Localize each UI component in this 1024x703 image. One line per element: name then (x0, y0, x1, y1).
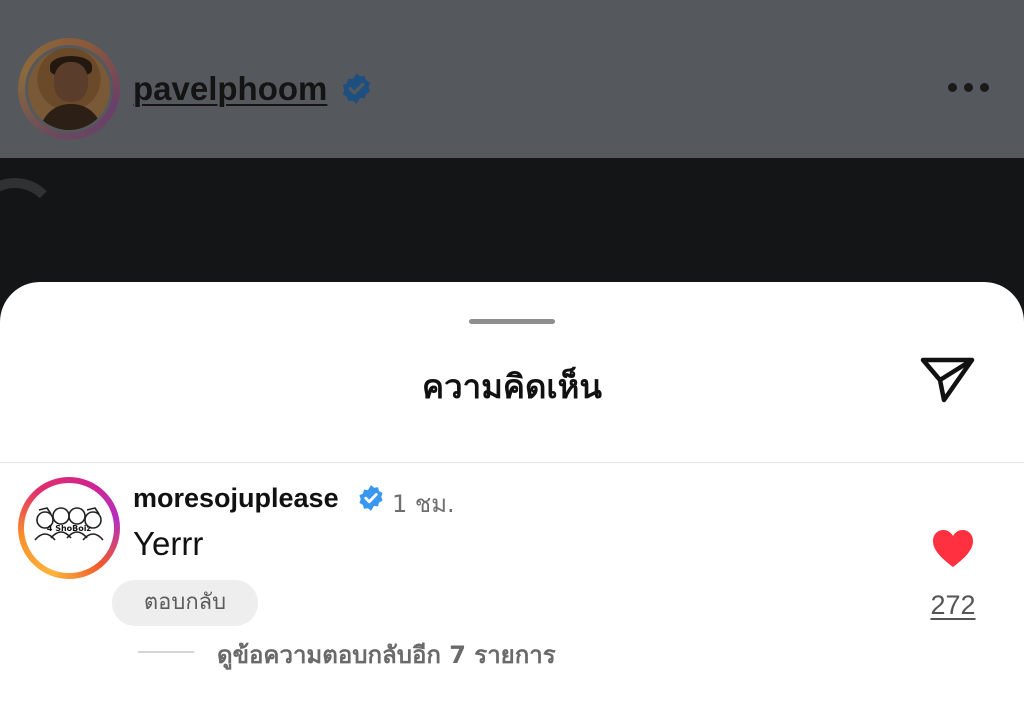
comment-username[interactable]: moresojuplease (133, 483, 339, 514)
avatar-logo: 4 ShoBoiz (24, 483, 114, 573)
post-author-avatar[interactable] (18, 38, 120, 140)
avatar-photo (25, 45, 113, 133)
heart-icon[interactable] (931, 528, 975, 568)
group-logo-icon: 4 ShoBoiz (34, 507, 104, 541)
reply-button[interactable]: ตอบกลับ (112, 580, 258, 626)
image-detail (0, 178, 60, 268)
like-count[interactable]: 272 (920, 590, 986, 621)
comments-sheet: ความคิดเห็น 4 ShoBoiz moresojuplease 1 ช… (0, 282, 1024, 703)
sheet-drag-handle[interactable] (469, 319, 555, 324)
comment-timestamp: 1 ชม. (392, 490, 455, 518)
post-header: pavelphoom (0, 0, 1024, 158)
more-options-icon[interactable] (946, 80, 992, 94)
verified-badge-icon (359, 485, 383, 511)
post-author-username[interactable]: pavelphoom (133, 70, 327, 108)
sheet-divider (0, 462, 1024, 463)
replies-connector-line (138, 651, 194, 653)
paper-plane-icon[interactable] (916, 350, 978, 410)
view-replies-link[interactable]: ดูข้อความตอบกลับอีก 7 รายการ (217, 635, 556, 674)
verified-badge-icon (342, 73, 371, 104)
comment-text: Yerrr (133, 525, 204, 562)
svg-text:4 ShoBoiz: 4 ShoBoiz (47, 524, 92, 533)
comment-author-avatar[interactable]: 4 ShoBoiz (18, 477, 120, 579)
sheet-title: ความคิดเห็น (422, 367, 602, 406)
